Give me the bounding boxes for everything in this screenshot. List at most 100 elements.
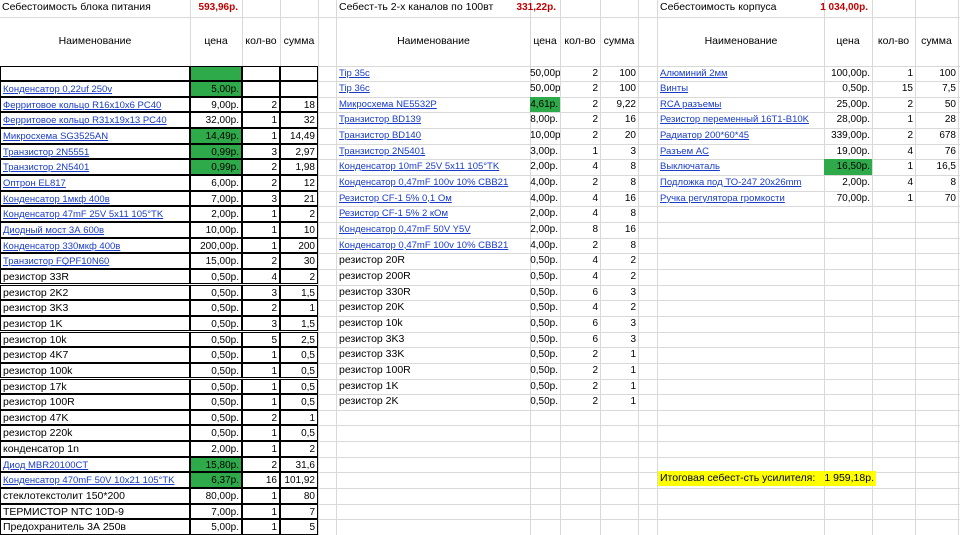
item-sum: 2 xyxy=(280,268,318,285)
item-name: резистор 2K2 xyxy=(0,284,190,301)
item-sum: 1 xyxy=(630,396,636,408)
item-qty: 2 xyxy=(242,300,280,316)
item-price: 0,99р. xyxy=(190,143,242,160)
item-qty: 6 xyxy=(592,317,598,329)
item-name[interactable]: Выключаталь xyxy=(658,159,824,175)
item-price: 0,50р. xyxy=(842,83,870,95)
item-price: 15,80р. xyxy=(190,456,242,473)
item-name[interactable]: Резистор CF-1 5% 0,1 Ом xyxy=(337,191,530,207)
item-name[interactable]: Tip 35c xyxy=(337,66,530,82)
item-name[interactable]: Транзистор 2N5401 xyxy=(337,144,530,160)
item-name[interactable]: Транзистор 2N5401 xyxy=(0,159,190,175)
item-price: 4,00р. xyxy=(530,192,558,204)
item-name[interactable]: Конденсатор 1мкф 400в xyxy=(0,190,190,207)
item-sum: 8 xyxy=(630,161,636,173)
item-qty: 8 xyxy=(592,224,598,235)
item-qty: 1 xyxy=(242,362,280,379)
item-name[interactable]: Ферритовое кольцо R16х10х6 PC40 xyxy=(0,96,190,113)
item-qty: 3 xyxy=(242,315,280,332)
item-name[interactable]: Конденсатор 10mF 25V 5x11 105°TK xyxy=(337,159,530,175)
item-price: 0,50р. xyxy=(530,255,558,267)
item-sum: 2 xyxy=(280,206,318,222)
item-qty: 1 xyxy=(242,519,280,535)
item-name[interactable]: Транзистор BD139 xyxy=(337,112,530,128)
item-name: ТЕРМИСТОР NTC 10D-9 xyxy=(0,503,190,520)
item-name[interactable]: Диод MBR20100CT xyxy=(0,456,190,473)
item-name[interactable]: Разъем AC xyxy=(658,144,824,160)
item-price: 50,00р. xyxy=(530,83,560,95)
item-price: 339,00р. xyxy=(831,130,870,142)
item-name[interactable]: Винты xyxy=(658,81,824,97)
item-name[interactable]: Конденсатор 0,47mF 50V Y5V xyxy=(337,222,530,238)
item-name: резистор 1K xyxy=(0,315,190,332)
item-name[interactable]: Конденсатор 0,47mF 100v 10% CBB21 xyxy=(337,238,530,254)
item-sum: 100 xyxy=(939,67,956,79)
item-sum: 0,5 xyxy=(280,394,318,410)
item-name[interactable]: Алюминий 2мм xyxy=(658,66,824,82)
item-qty: 1 xyxy=(242,378,280,394)
item-sum: 1 xyxy=(280,409,318,426)
item-name[interactable]: Конденсатор 470mF 50V 10x21 105°TK xyxy=(0,472,190,488)
item-name: стеклотекстолит 150*200 xyxy=(0,488,190,504)
item-name[interactable]: Конденсатор 0,47mF 100v 10% CBB21 xyxy=(337,175,530,191)
item-name[interactable]: Диодный мост 3А 600в xyxy=(0,222,190,238)
item-qty: 2 xyxy=(592,67,598,79)
item-qty: 2 xyxy=(592,396,598,408)
item-qty: 4 xyxy=(592,208,598,220)
item-sum: 1 xyxy=(630,380,636,392)
item-sum: 2 xyxy=(280,441,318,457)
item-qty: 4 xyxy=(592,192,598,204)
item-name[interactable]: Радиатор 200*60*45 xyxy=(658,128,824,144)
item-name[interactable]: Резистор переменный 16T1-B10K xyxy=(658,112,824,128)
item-sum: 0,5 xyxy=(280,378,318,394)
item-qty: 2 xyxy=(592,364,598,376)
item-price: 28,00р. xyxy=(836,114,870,126)
item-name[interactable]: Tip 36c xyxy=(337,81,530,97)
item-price: 0,50р. xyxy=(190,394,242,410)
item-qty: 1 xyxy=(242,425,280,441)
item-price: 4,00р. xyxy=(530,177,558,189)
item-sum: 32 xyxy=(280,112,318,128)
item-name[interactable]: Конденсатор 47mF 25V 5x11 105°TK xyxy=(0,206,190,222)
item-price: 200,00р. xyxy=(190,237,242,254)
item-price: 0,50р. xyxy=(530,349,558,361)
item-sum: 76 xyxy=(944,145,956,157)
item-qty: 4 xyxy=(592,161,598,173)
item-name[interactable]: Резистор CF-1 5% 2 кОм xyxy=(337,206,530,222)
item-name[interactable]: Микросхема NE5532P xyxy=(337,97,530,113)
item-sum: 8 xyxy=(630,208,636,220)
item-price: 10,00р. xyxy=(530,130,560,142)
item-price: 32,00р. xyxy=(190,112,242,128)
item-price: 2,00р. xyxy=(530,208,558,220)
item-name[interactable]: RCA разъемы xyxy=(658,97,824,113)
item-price: 0,50р. xyxy=(190,378,242,394)
item-name[interactable]: Транзистор BD140 xyxy=(337,128,530,144)
item-qty: 4 xyxy=(592,270,598,282)
item-price: 80,00р. xyxy=(190,488,242,504)
item-name[interactable]: Ферритовое кольцо R31х19х13 PC40 xyxy=(0,112,190,128)
item-sum: 9,22 xyxy=(616,98,636,110)
item-name: резистор 10k xyxy=(0,331,190,348)
item-price: 0,50р. xyxy=(530,364,558,376)
item-sum: 1,5 xyxy=(280,315,318,332)
item-price: 0,50р. xyxy=(530,317,558,329)
item-price: 7,00р. xyxy=(190,190,242,207)
item-price: 100,00р. xyxy=(831,67,870,79)
item-name[interactable]: Конденсатор 0,22uf 250v xyxy=(0,81,190,97)
column-header: цена xyxy=(533,34,557,47)
item-sum: 20 xyxy=(624,130,636,142)
item-name[interactable]: Транзистор 2N5551 xyxy=(0,143,190,160)
item-name[interactable]: Подложка под ТО-247 20x26mm xyxy=(658,175,824,191)
item-name[interactable]: Микросхема SG3525AN xyxy=(0,128,190,144)
item-name[interactable]: Конденсатор 330мкф 400в xyxy=(0,237,190,254)
item-name[interactable]: Оптрон EL817 xyxy=(0,175,190,191)
item-name: резистор 20R xyxy=(339,254,405,267)
item-sum: 1,98 xyxy=(280,159,318,175)
t1-title: Себестоимость блока питания xyxy=(2,1,151,13)
item-price: 15,00р. xyxy=(190,253,242,269)
item-sum: 8 xyxy=(950,177,956,189)
spreadsheet[interactable]: Себестоимость блока питания 593,96р. Наиме… xyxy=(0,0,960,535)
item-name[interactable]: Ручка регулятора громкости xyxy=(658,191,824,207)
item-name[interactable]: Транзистор FQPF10N60 xyxy=(0,253,190,269)
item-sum: 31,6 xyxy=(280,456,318,473)
